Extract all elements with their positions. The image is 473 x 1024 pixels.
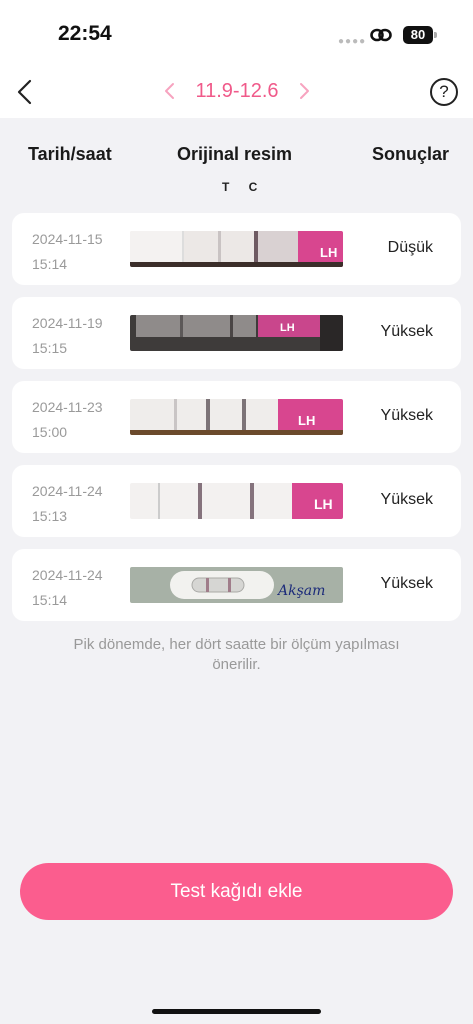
- record-card[interactable]: 2024-11-24 15:13 LH Yüksek: [12, 465, 461, 537]
- test-strip-image: Akşam: [130, 567, 343, 603]
- column-header-result: Sonuçlar: [372, 144, 450, 164]
- strip-label: LH: [320, 245, 337, 260]
- record-time: 15:14: [32, 256, 68, 272]
- help-icon[interactable]: ?: [430, 78, 458, 106]
- strip-label: LH: [314, 496, 333, 512]
- record-time: 15:13: [32, 508, 68, 524]
- signal-icon: ●●●●: [338, 36, 367, 47]
- test-strip-image: LH: [130, 231, 343, 267]
- strip-label: Akşam: [276, 583, 325, 599]
- measurement-hint: Pik dönemde, her dört saatte bir ölçüm y…: [73, 636, 400, 673]
- battery-tip: [434, 32, 437, 38]
- record-result: Yüksek: [380, 491, 433, 508]
- status-bar: 22:54 ●●●● 80: [0, 0, 473, 70]
- record-result: Yüksek: [380, 323, 433, 340]
- record-time: 15:00: [32, 424, 68, 440]
- record-date: 2024-11-24: [32, 567, 103, 583]
- date-range-label: 11.9-12.6: [195, 80, 279, 102]
- test-strip-image: LH: [130, 483, 343, 519]
- status-time: 22:54: [58, 22, 112, 45]
- home-indicator[interactable]: [152, 1009, 321, 1014]
- strip-label: LH: [280, 322, 295, 334]
- battery-icon: 80: [403, 26, 433, 44]
- test-strip-image: LH: [130, 315, 343, 351]
- record-card[interactable]: 2024-11-15 15:14 LH Düşük: [12, 213, 461, 285]
- record-date: 2024-11-19: [32, 315, 103, 331]
- strip-label: LH: [298, 413, 315, 428]
- record-date: 2024-11-23: [32, 399, 103, 415]
- column-header-image: Orijinal resim: [177, 144, 293, 164]
- record-datetime: 2024-11-19 15:15: [32, 311, 103, 361]
- record-time: 15:14: [32, 592, 68, 608]
- link-icon: [370, 28, 392, 42]
- record-datetime: 2024-11-23 15:00: [32, 395, 103, 445]
- record-datetime: 2024-11-24 15:14: [32, 563, 103, 613]
- record-datetime: 2024-11-24 15:13: [32, 479, 103, 529]
- record-card[interactable]: 2024-11-24 15:14 Akşam Yüksek: [12, 549, 461, 621]
- test-strip-image: LH: [130, 399, 343, 435]
- column-header-date: Tarih/saat: [28, 144, 112, 164]
- record-result: Yüksek: [380, 407, 433, 424]
- record-time: 15:15: [32, 340, 68, 356]
- add-test-strip-button[interactable]: Test kağıdı ekle: [20, 863, 453, 920]
- record-result: Yüksek: [380, 575, 433, 592]
- tc-label: T C: [222, 180, 266, 194]
- prev-range-icon[interactable]: [162, 80, 178, 102]
- record-datetime: 2024-11-15 15:14: [32, 227, 103, 277]
- record-card[interactable]: 2024-11-19 15:15 LH Yüksek: [12, 297, 461, 369]
- next-range-icon[interactable]: [296, 80, 312, 102]
- record-card[interactable]: 2024-11-23 15:00 LH Yüksek: [12, 381, 461, 453]
- nav-bar: 11.9-12.6 ?: [0, 70, 473, 118]
- record-date: 2024-11-15: [32, 231, 103, 247]
- record-result: Düşük: [387, 239, 433, 256]
- record-date: 2024-11-24: [32, 483, 103, 499]
- back-arrow-icon[interactable]: [14, 78, 38, 106]
